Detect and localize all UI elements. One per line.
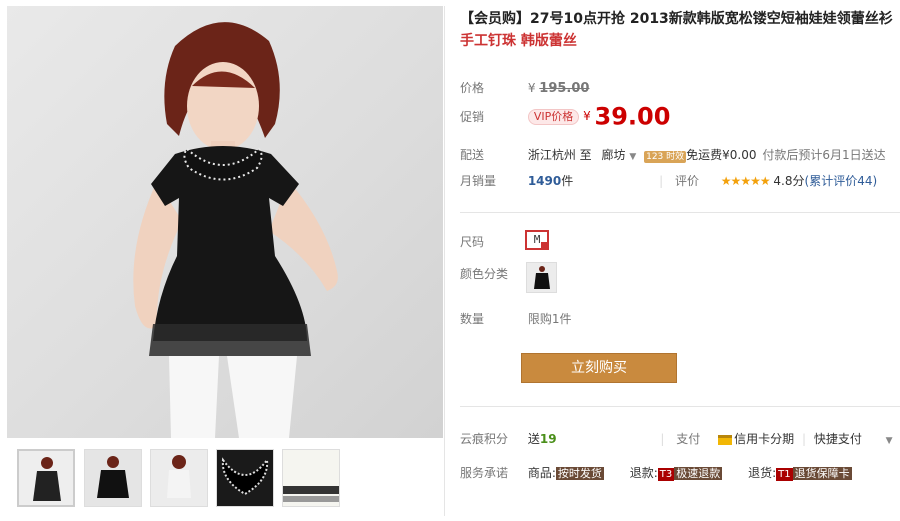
ship-from: 浙江杭州 [527,148,576,162]
ship-to-city[interactable]: 廊坊 [602,148,626,162]
sales-count: 1490 [527,174,562,188]
delivery-estimate: 付款后预计6月1日送达 [762,148,886,162]
selected-check-icon [541,242,549,250]
rating-score: 4.8分 [773,174,805,188]
color-label: 颜色分类 [460,267,509,281]
section-divider [460,212,900,213]
ship-to-word: 至 [579,148,592,162]
payment-label: 支付 [676,432,701,446]
service-row: 服务承诺 商品: 按时发货 退款: T3 极速退款 退货: T1 退货保障卡 [460,465,852,481]
size-option-label: M [533,233,541,246]
return-code-badge: T1 [776,468,793,481]
product-gallery [7,6,443,518]
goods-label: 商品: [527,466,556,480]
refund-label: 退款: [629,466,658,480]
thumbnail-2[interactable] [84,449,142,507]
size-option-m[interactable]: M [525,230,549,250]
thumbnail-4[interactable] [216,449,274,507]
review-count-link[interactable]: (累计评价44) [805,174,878,188]
quantity-label: 数量 [460,312,485,326]
color-option-thumbnail[interactable] [526,262,557,293]
credit-card-icon [718,434,733,445]
shipping-row: 配送 浙江杭州 至 廊坊 ▼ 123 时效 免运费¥0.00 付款后预计6月1日送… [460,147,886,165]
price-currency: ¥ [527,81,536,95]
product-subtitle: 手工钉珠 韩版蕾丝 [460,33,577,49]
sales-label: 月销量 [460,174,497,188]
promo-row: 促销 VIP价格 ¥ 39.00 [460,105,670,129]
shipping-label: 配送 [460,148,485,162]
return-guarantee-badge[interactable]: 退货保障卡 [792,467,852,480]
promo-label: 促销 [460,109,485,124]
thumbnail-3[interactable] [150,449,208,507]
quantity-row: 数量 限购1件 [460,311,571,327]
thumbnail-strip [17,449,447,509]
color-row: 颜色分类 [460,266,524,282]
chevron-down-icon[interactable]: ▼ [886,436,893,446]
buy-now-button[interactable]: 立刻购买 [521,353,677,383]
rating-stars-icon: ★★★★★ [720,174,771,188]
product-header: 【会员购】27号10点开抢 2013新款韩版宽松镂空短袖娃娃领蕾丝衫 手工钉珠 … [460,8,900,52]
size-row: 尺码 [460,234,524,250]
bonus-row: 云痕积分 送19 | 支付 信用卡分期 | 快捷支付 ▼ [460,432,893,446]
on-time-delivery-badge[interactable]: 按时发货 [555,467,604,480]
chevron-down-icon[interactable]: ▼ [629,152,636,162]
quantity-limit: 限购1件 [527,312,572,326]
thumbnail-5[interactable] [282,449,340,507]
vip-badge: VIP价格 [527,109,580,125]
fast-refund-badge[interactable]: 极速退款 [674,467,723,480]
section-divider-2 [460,406,900,407]
column-divider [444,6,445,516]
original-price: 195.00 [539,81,590,96]
size-label: 尺码 [460,235,485,249]
price-row: 价格 ¥ 195.00 [460,80,589,97]
return-label: 退货: [748,466,777,480]
sales-unit: 件 [561,174,574,188]
thumbnail-1[interactable] [17,449,75,507]
refund-code-badge: T3 [657,468,675,481]
credit-installment[interactable]: 信用卡分期 [734,432,794,446]
price-label: 价格 [460,81,485,95]
shipping-fee: 免运费¥0.00 [686,148,757,162]
delivery-time-tag: 123 时效 [644,151,687,163]
promo-price: 39.00 [594,102,671,131]
sales-row: 月销量 1490件 | 评价 ★★★★★ 4.8分(累计评价44) [460,174,878,188]
bonus-points: 19 [539,432,557,446]
promo-currency: ¥ [583,109,591,123]
quick-pay[interactable]: 快捷支付 [814,432,862,446]
bonus-prefix: 送 [527,432,540,446]
bonus-label: 云痕积分 [460,432,509,446]
service-label: 服务承诺 [460,466,509,480]
main-product-image[interactable] [7,6,443,438]
product-title: 【会员购】27号10点开抢 2013新款韩版宽松镂空短袖娃娃领蕾丝衫 [460,11,893,27]
rating-label: 评价 [674,174,699,188]
